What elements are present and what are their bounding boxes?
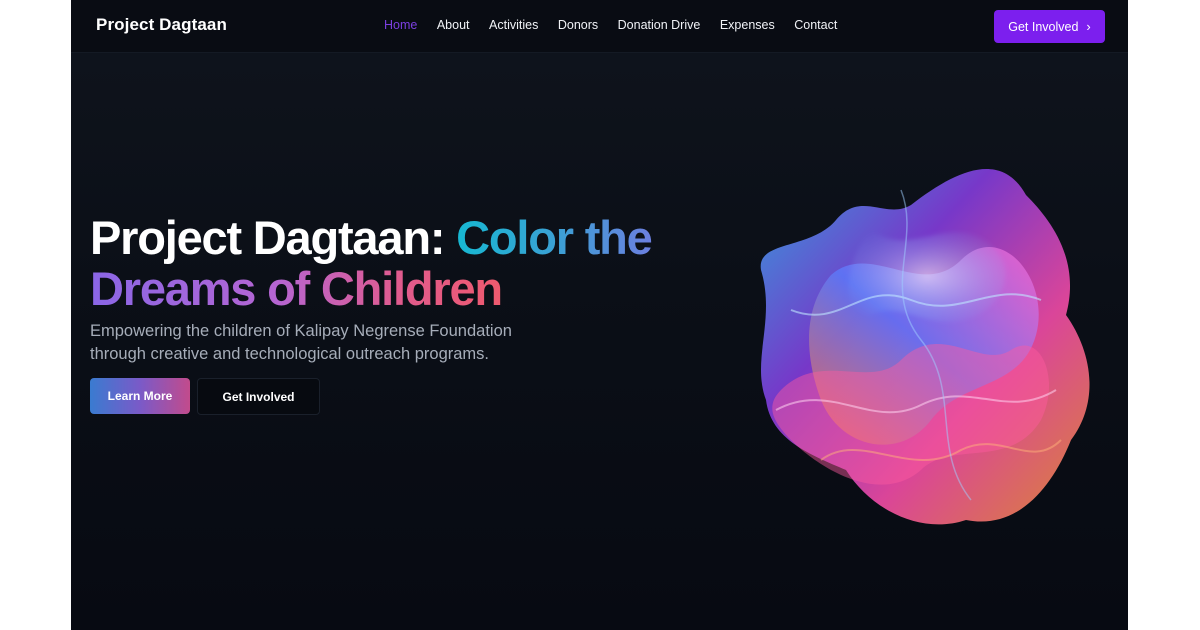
get-involved-button[interactable]: Get Involved [197, 378, 320, 415]
hero-subtitle: Empowering the children of Kalipay Negre… [90, 322, 512, 363]
nav-link-contact[interactable]: Contact [794, 18, 837, 32]
nav-link-expenses[interactable]: Expenses [720, 18, 775, 32]
nav-link-donation-drive[interactable]: Donation Drive [618, 18, 701, 32]
nav-link-about[interactable]: About [437, 18, 470, 32]
nav-link-activities[interactable]: Activities [489, 18, 538, 32]
hero-title: Project Dagtaan: Color the Dreams of Chil… [90, 212, 730, 314]
chevron-right-icon: › [1086, 19, 1091, 34]
navbar: Project Dagtaan Home About Activities Do… [71, 0, 1128, 53]
nav-link-donors[interactable]: Donors [558, 18, 598, 32]
hero-title-part2: Color the [456, 211, 653, 264]
get-involved-nav-label: Get Involved [1008, 19, 1079, 34]
nav-link-home[interactable]: Home [384, 18, 417, 32]
learn-more-button[interactable]: Learn More [90, 378, 190, 414]
brand-logo-text[interactable]: Project Dagtaan [96, 15, 227, 35]
page-frame: Project Dagtaan Home About Activities Do… [71, 0, 1128, 630]
hero-title-part3: Dreams of Children [90, 262, 503, 315]
hero-title-part1: Project Dagtaan: [90, 211, 457, 264]
nav-links: Home About Activities Donors Donation Dr… [384, 18, 837, 32]
get-involved-nav-button[interactable]: Get Involved › [994, 10, 1105, 43]
abstract-fluid-shape [760, 168, 1090, 525]
